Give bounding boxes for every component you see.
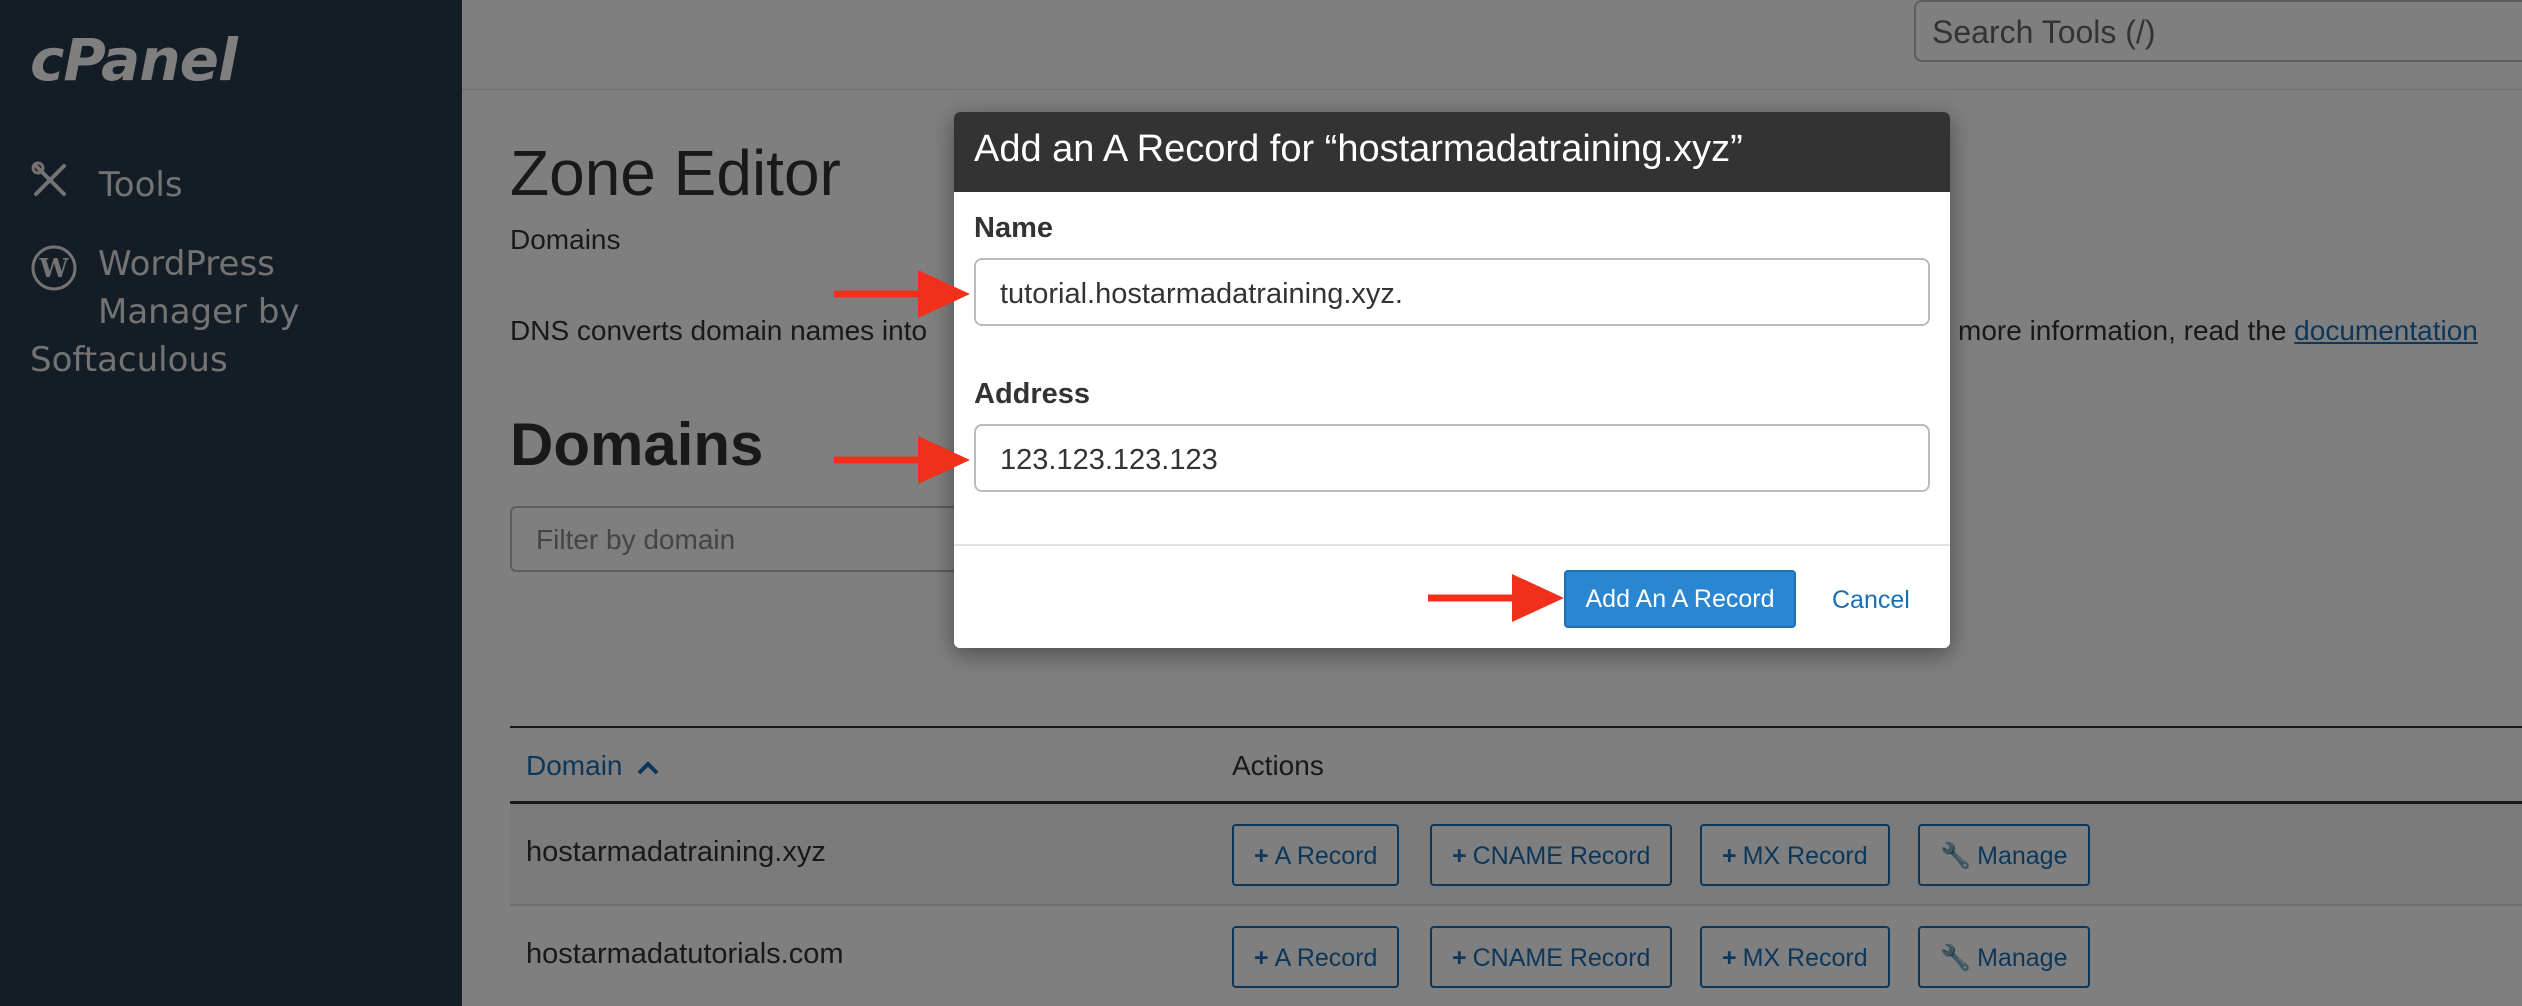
dialog-title: Add an A Record for “hostarmadatraining.… xyxy=(954,112,1950,192)
address-label: Address xyxy=(974,378,1091,410)
address-input[interactable]: 123.123.123.123 xyxy=(974,424,1930,492)
name-input[interactable]: tutorial.hostarmadatraining.xyz. xyxy=(974,258,1930,326)
annotation-arrow-icon xyxy=(834,270,970,318)
dialog-body: Name tutorial.hostarmadatraining.xyz. Ad… xyxy=(954,192,1950,546)
name-label: Name xyxy=(974,212,1053,244)
cancel-button[interactable]: Cancel xyxy=(1832,586,1910,615)
annotation-arrow-icon xyxy=(1428,574,1564,622)
add-a-record-dialog: Add an A Record for “hostarmadatraining.… xyxy=(954,112,1950,648)
add-a-record-submit-button[interactable]: Add An A Record xyxy=(1564,570,1796,628)
annotation-arrow-icon xyxy=(834,436,970,484)
